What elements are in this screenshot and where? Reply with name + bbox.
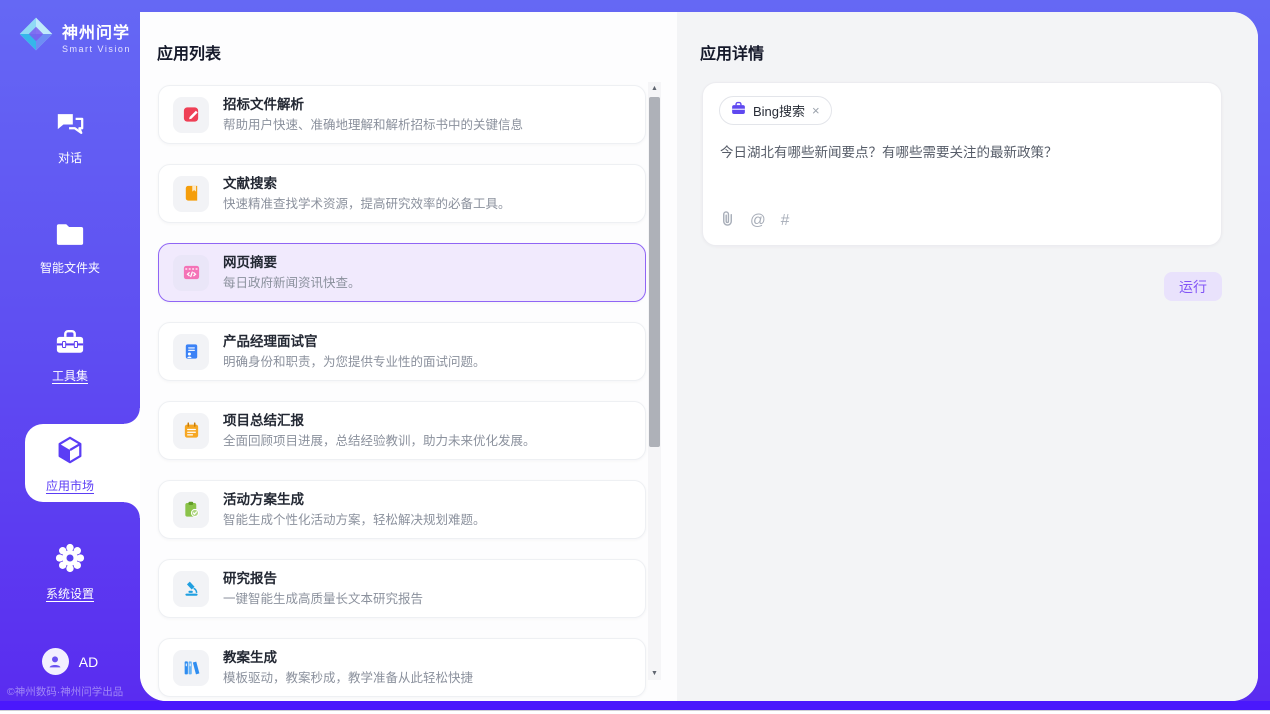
brand-subtitle: Smart Vision [62,44,131,54]
bottom-accent-bar [0,701,1270,711]
app-card-lesson-plan[interactable]: 教案生成 模板驱动，教案秒成，教学准备从此轻松快捷 [158,638,646,697]
chat-icon [55,110,85,142]
sidebar: 神州问学 Smart Vision 对话 智能文件夹 [0,0,140,701]
close-icon[interactable]: × [812,104,820,117]
app-card-pm-interviewer[interactable]: 产品经理面试官 明确身份和职责，为您提供专业性的面试问题。 [158,322,646,381]
scrollbar-thumb[interactable] [649,97,660,447]
app-card-desc: 全面回顾项目进展，总结经验教训，助力未来优化发展。 [223,433,536,449]
folder-icon [55,222,85,252]
calendar-note-icon [173,413,209,449]
app-card-name: 文献搜索 [223,175,511,193]
hash-icon[interactable]: # [781,212,790,230]
app-card-research-report[interactable]: 研究报告 一键智能生成高质量长文本研究报告 [158,559,646,618]
app-card-literature-search[interactable]: 文献搜索 快速精准查找学术资源，提高研究效率的必备工具。 [158,164,646,223]
briefcase-icon [731,101,746,121]
clipboard-check-icon [173,492,209,528]
at-icon[interactable]: @ [750,212,766,230]
pencil-square-icon [173,97,209,133]
app-card-desc: 明确身份和职责，为您提供专业性的面试问题。 [223,354,486,370]
app-detail-panel: 应用详情 Bing搜索 × 今日湖北有哪些新闻要点？有哪些需要关注的最新政策？ [677,12,1258,701]
sidebar-item-chat[interactable]: 对话 [0,110,140,166]
brand-name: 神州问学 [62,19,131,43]
app-card-name: 教案生成 [223,649,473,667]
app-card-name: 活动方案生成 [223,491,486,509]
app-card-desc: 快速精准查找学术资源，提高研究效率的必备工具。 [223,196,511,212]
avatar [42,648,69,675]
gem-diamond-icon [18,16,54,57]
query-editor-card: Bing搜索 × 今日湖北有哪些新闻要点？有哪些需要关注的最新政策？ @ # [702,82,1222,246]
query-input[interactable]: 今日湖北有哪些新闻要点？有哪些需要关注的最新政策？ [720,143,1204,163]
app-detail-title: 应用详情 [700,40,764,64]
browser-code-icon [173,255,209,291]
sidebar-item-label: 应用市场 [46,477,94,494]
tool-tag-bing-search[interactable]: Bing搜索 × [719,96,832,125]
sidebar-item-label: 工具集 [52,367,88,384]
app-card-desc: 智能生成个性化活动方案，轻松解决规划难题。 [223,512,486,528]
tool-tag-label: Bing搜索 [753,101,805,120]
sidebar-item-settings[interactable]: 系统设置 [0,543,140,602]
gear-icon [55,543,85,578]
main-content: 应用列表 招标文件解析 帮助用户快速、准确地理解和解析招标书中的关键信息 [140,12,1258,701]
app-card-name: 项目总结汇报 [223,412,536,430]
scrollbar-down-arrow-icon[interactable]: ▼ [648,667,661,680]
sidebar-item-label: 对话 [58,149,82,166]
app-card-desc: 一键智能生成高质量长文本研究报告 [223,591,423,607]
microscope-icon [173,571,209,607]
run-button[interactable]: 运行 [1164,272,1222,301]
app-card-name: 产品经理面试官 [223,333,486,351]
app-card-event-plan[interactable]: 活动方案生成 智能生成个性化活动方案，轻松解决规划难题。 [158,480,646,539]
toolbox-icon [55,328,85,360]
sidebar-item-app-market[interactable]: 应用市场 [0,435,140,494]
copyright-text: ©神州数码·神州问学出品 [7,684,140,699]
app-card-name: 研究报告 [223,570,423,588]
user-initials: AD [79,654,98,670]
brand-text: 神州问学 Smart Vision [62,19,131,54]
app-card-web-summary[interactable]: 网页摘要 每日政府新闻资讯快查。 [158,243,646,302]
app-card-bid-document-analysis[interactable]: 招标文件解析 帮助用户快速、准确地理解和解析招标书中的关键信息 [158,85,646,144]
app-card-desc: 每日政府新闻资讯快查。 [223,275,361,291]
sidebar-item-label: 智能文件夹 [40,259,100,276]
app-list-title: 应用列表 [157,40,221,64]
app-list-panel: 应用列表 招标文件解析 帮助用户快速、准确地理解和解析招标书中的关键信息 [140,12,677,701]
app-card-desc: 帮助用户快速、准确地理解和解析招标书中的关键信息 [223,117,523,133]
app-card-name: 网页摘要 [223,254,361,272]
app-card-desc: 模板驱动，教案秒成，教学准备从此轻松快捷 [223,670,473,686]
person-doc-icon [173,334,209,370]
sidebar-item-label: 系统设置 [46,585,94,602]
app-card-name: 招标文件解析 [223,96,523,114]
cube-icon [55,435,85,470]
paperclip-icon[interactable] [720,210,735,232]
user-account[interactable]: AD [0,648,140,675]
sidebar-item-smart-folder[interactable]: 智能文件夹 [0,222,140,276]
app-card-project-summary[interactable]: 项目总结汇报 全面回顾项目进展，总结经验教训，助力未来优化发展。 [158,401,646,460]
brand-logo: 神州问学 Smart Vision [18,16,131,57]
scrollbar-up-arrow-icon[interactable]: ▲ [648,82,661,95]
app-card-list: 招标文件解析 帮助用户快速、准确地理解和解析招标书中的关键信息 文献搜索 快速精… [158,85,646,701]
book-icon [173,176,209,212]
app-list-scrollbar[interactable]: ▲ ▼ [648,82,661,680]
books-icon [173,650,209,686]
composer-toolbar: @ # [720,210,789,232]
sidebar-item-toolset[interactable]: 工具集 [0,328,140,384]
